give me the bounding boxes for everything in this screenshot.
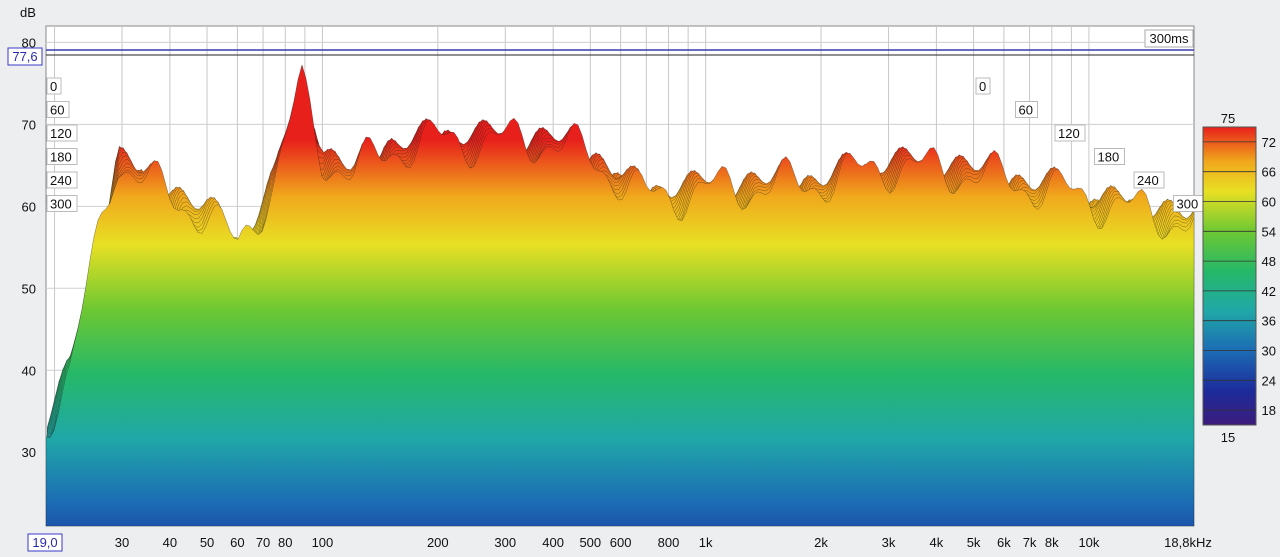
time-label-left: 300 <box>50 197 72 212</box>
plot-svg: dB 80 70 60 50 40 30 77,6 30 40 50 60 70 80 100 200 3… <box>7 5 1276 552</box>
x-tick-label: 70 <box>256 535 270 550</box>
x-axis-ticks: 30 40 50 60 70 80 100 200 300 400 500 600 800 1k 2k 3k 4… <box>115 535 1100 550</box>
time-label-left: 120 <box>50 126 72 141</box>
x-tick-label: 400 <box>542 535 564 550</box>
y-tick-label: 50 <box>22 281 36 296</box>
x-start-value: 19,0 <box>32 535 57 550</box>
x-tick-label: 2k <box>814 535 828 550</box>
colorbar-tick-label: 42 <box>1262 284 1276 299</box>
time-label-right: 180 <box>1098 150 1120 165</box>
colorbar-bottom-label: 15 <box>1221 430 1235 445</box>
x-tick-label: 4k <box>930 535 944 550</box>
time-label-right: 300 <box>1177 197 1199 212</box>
colorbar-tick-label: 54 <box>1262 224 1276 239</box>
time-label-left: 0 <box>50 79 57 94</box>
time-label-right: 60 <box>1019 103 1033 118</box>
y-tick-label: 30 <box>22 445 36 460</box>
x-tick-label: 50 <box>200 535 214 550</box>
colorbar-tick-label: 18 <box>1262 403 1276 418</box>
time-label-left: 240 <box>50 173 72 188</box>
x-tick-label: 3k <box>882 535 896 550</box>
x-tick-label: 80 <box>278 535 292 550</box>
time-label-left: 180 <box>50 150 72 165</box>
colorbar-tick-label: 24 <box>1262 373 1276 388</box>
y-tick-label: 60 <box>22 199 36 214</box>
x-tick-label: 5k <box>967 535 981 550</box>
y-unit-label: dB <box>20 5 36 20</box>
y-axis-ticks: 807060504030 <box>22 35 36 460</box>
x-tick-label: 1k <box>699 535 713 550</box>
x-tick-label: 10k <box>1078 535 1099 550</box>
x-unit-label: 18,8kHz <box>1164 535 1212 550</box>
x-tick-label: 8k <box>1045 535 1059 550</box>
x-tick-label: 60 <box>230 535 244 550</box>
x-tick-label: 40 <box>163 535 177 550</box>
x-tick-label: 600 <box>610 535 632 550</box>
x-tick-label: 6k <box>997 535 1011 550</box>
colorbar-tick-label: 60 <box>1262 195 1276 210</box>
x-tick-label: 7k <box>1023 535 1037 550</box>
waterfall-chart: dB 80 70 60 50 40 30 77,6 30 40 50 60 70 80 100 200 3… <box>0 0 1280 552</box>
colorbar-tick-label: 66 <box>1262 165 1276 180</box>
colorbar-tick-label: 72 <box>1262 135 1276 150</box>
time-label-left: 60 <box>50 103 64 118</box>
time-label-right: 120 <box>1058 126 1080 141</box>
y-tick-label: 70 <box>22 117 36 132</box>
time-label-right: 0 <box>979 79 986 94</box>
colorbar-tick-label: 30 <box>1262 344 1276 359</box>
time-label-right: 240 <box>1137 173 1159 188</box>
time-range-box: 300ms <box>1144 29 1194 48</box>
colorbar-top-label: 75 <box>1221 111 1235 126</box>
y-tick-label: 40 <box>22 363 36 378</box>
colorbar-tick-label: 48 <box>1262 254 1276 269</box>
x-tick-label: 30 <box>115 535 129 550</box>
x-tick-label: 800 <box>658 535 680 550</box>
time-range-label: 300ms <box>1149 31 1189 46</box>
x-tick-label: 500 <box>579 535 601 550</box>
colorbar-tick-label: 36 <box>1262 314 1276 329</box>
cursor-value: 77,6 <box>12 49 37 64</box>
x-tick-label: 300 <box>494 535 516 550</box>
x-tick-label: 200 <box>427 535 449 550</box>
cursor-value-box[interactable]: 77,6 <box>7 47 43 66</box>
x-start-box[interactable]: 19,0 <box>27 533 63 552</box>
x-tick-label: 100 <box>312 535 334 550</box>
